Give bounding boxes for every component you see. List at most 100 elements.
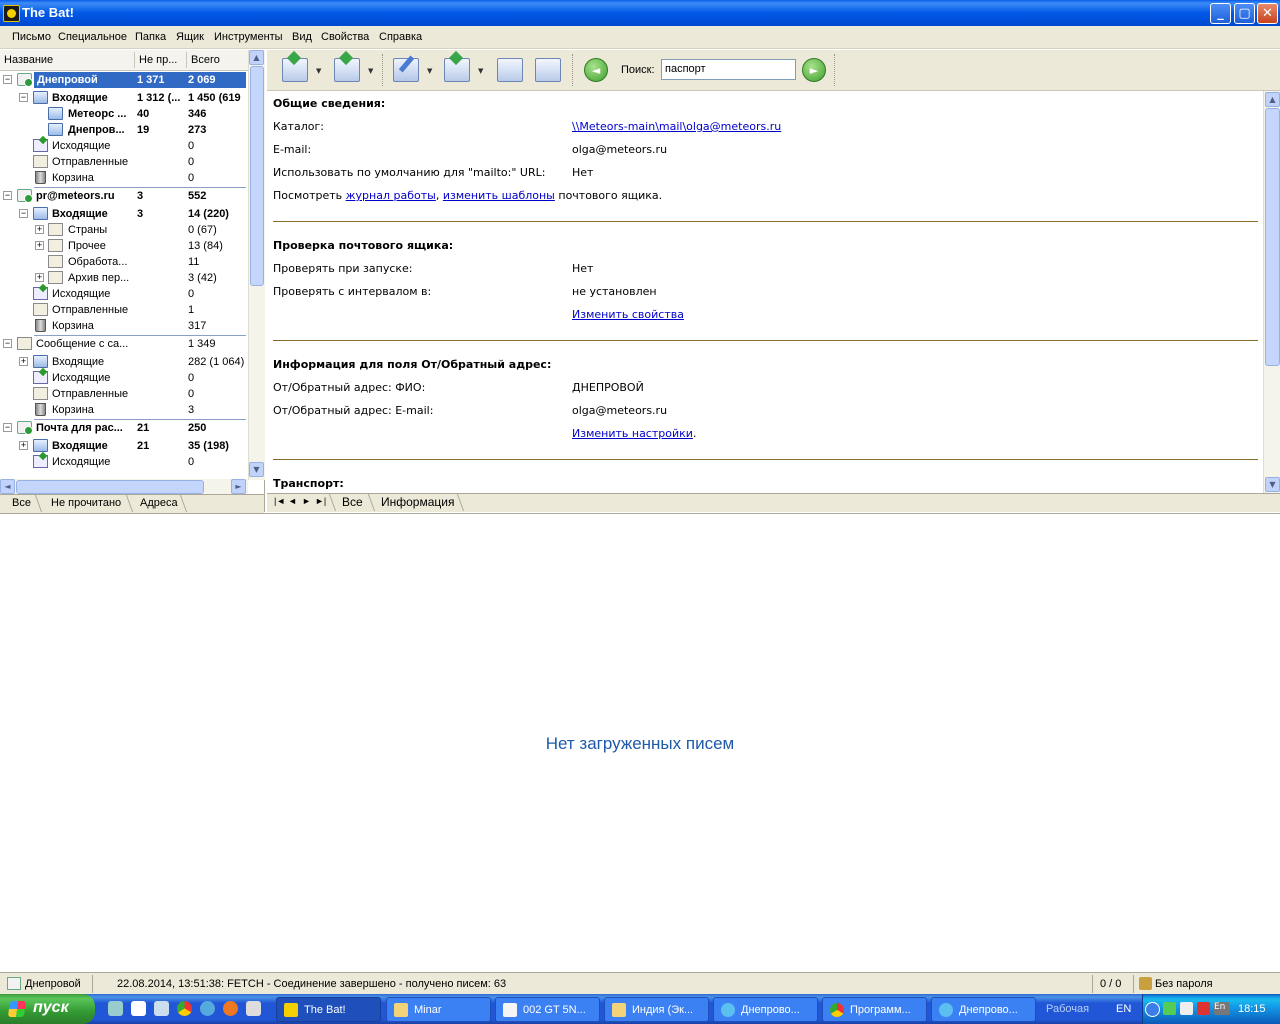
tree-row-outbox[interactable]: Исходящие 0 xyxy=(0,370,248,386)
quicklaunch-icon[interactable] xyxy=(108,1001,123,1016)
send-mail-icon[interactable] xyxy=(334,58,360,82)
task-document[interactable]: 002 GT 5N... xyxy=(495,997,600,1022)
message-list[interactable]: Нет загруженных писем xyxy=(0,513,1280,972)
tree-row-folder[interactable]: Обработа... 11 xyxy=(0,254,248,270)
quicklaunch-icon[interactable] xyxy=(246,1001,261,1016)
status-password[interactable]: Без пароля xyxy=(1155,978,1213,990)
scroll-thumb[interactable] xyxy=(16,480,204,494)
tree-row-trash[interactable]: Корзина 0 xyxy=(0,170,248,186)
column-unread[interactable]: Не пр... xyxy=(139,54,177,66)
title-bar[interactable]: The Bat! _ ▢ ✕ xyxy=(0,0,1280,26)
scroll-thumb[interactable] xyxy=(250,66,264,286)
catalog-link[interactable]: \\Meteors-main\mail\olga@meteors.ru xyxy=(572,120,781,133)
change-properties-link[interactable]: Изменить свойства xyxy=(572,308,684,321)
change-settings-link[interactable]: Изменить настройки xyxy=(572,427,693,440)
dropdown-arrow-icon[interactable]: ▼ xyxy=(427,67,432,75)
tray-expand-icon[interactable] xyxy=(1145,1002,1160,1017)
tree-row-account-dneprovoy[interactable]: − Днепровой 1 371 2 069 xyxy=(0,72,248,88)
collapse-icon[interactable]: − xyxy=(3,339,12,348)
dropdown-arrow-icon[interactable]: ▼ xyxy=(368,67,373,75)
desktop-toolbar-label[interactable]: Рабочая xyxy=(1046,1003,1089,1015)
tree-row-folder[interactable]: + Архив пер... 3 (42) xyxy=(0,270,248,286)
reply-icon[interactable] xyxy=(444,58,470,82)
collapse-icon[interactable]: − xyxy=(19,209,28,218)
close-button[interactable]: ✕ xyxy=(1257,3,1278,24)
column-name[interactable]: Название xyxy=(4,54,53,66)
collapse-icon[interactable]: − xyxy=(3,75,12,84)
chrome-icon[interactable] xyxy=(177,1001,192,1016)
language-indicator[interactable]: EN xyxy=(1116,1003,1131,1015)
tab-unread[interactable]: Не прочитано xyxy=(51,497,121,509)
tree-row-sent[interactable]: Отправленные 0 xyxy=(0,386,248,402)
scroll-left-icon[interactable]: ◄ xyxy=(0,479,15,494)
expand-icon[interactable]: + xyxy=(35,241,44,250)
log-link[interactable]: журнал работы xyxy=(346,189,436,202)
menu-folder[interactable]: Папка xyxy=(135,31,166,43)
tree-row-trash[interactable]: Корзина 317 xyxy=(0,318,248,334)
task-the-bat[interactable]: The Bat! xyxy=(276,997,381,1022)
tree-row-sent[interactable]: Отправленные 1 xyxy=(0,302,248,318)
tree-row-outbox[interactable]: Исходящие 0 xyxy=(0,454,248,470)
tree-row-account-pr[interactable]: − pr@meteors.ru 3 552 xyxy=(0,188,248,204)
expand-icon[interactable]: + xyxy=(35,225,44,234)
expand-icon[interactable]: + xyxy=(19,357,28,366)
redirect-icon[interactable] xyxy=(535,58,561,82)
quicklaunch-icon[interactable] xyxy=(154,1001,169,1016)
menu-tools[interactable]: Инструменты xyxy=(214,31,283,43)
column-total[interactable]: Всего xyxy=(191,54,220,66)
task-minar[interactable]: Minar xyxy=(386,997,491,1022)
menu-view[interactable]: Вид xyxy=(292,31,312,43)
tree-row-account-site[interactable]: − Сообщение с са... 1 349 xyxy=(0,336,248,352)
firefox-icon[interactable] xyxy=(223,1001,238,1016)
tree-row-inbox[interactable]: + Входящие 282 (1 064) xyxy=(0,354,248,370)
start-button[interactable]: пуск xyxy=(0,994,95,1024)
maximize-button[interactable]: ▢ xyxy=(1234,3,1255,24)
quicklaunch-icon[interactable] xyxy=(131,1001,146,1016)
tree-row-trash[interactable]: Корзина 3 xyxy=(0,402,248,418)
tab-all[interactable]: Все xyxy=(12,497,31,509)
tree-row-inbox[interactable]: + Входящие 21 35 (198) xyxy=(0,438,248,454)
clock[interactable]: 18:15 xyxy=(1238,1003,1266,1015)
tree-row-outbox[interactable]: Исходящие 0 xyxy=(0,138,248,154)
menu-properties[interactable]: Свойства xyxy=(321,31,369,43)
search-input[interactable]: паспорт xyxy=(661,59,796,80)
task-chrome[interactable]: Программ... xyxy=(822,997,927,1022)
tree-row-inbox[interactable]: − Входящие 3 14 (220) xyxy=(0,206,248,222)
tab-addresses[interactable]: Адреса xyxy=(140,497,178,509)
scroll-down-icon[interactable]: ▼ xyxy=(249,462,264,477)
collapse-icon[interactable]: − xyxy=(3,423,12,432)
scroll-down-icon[interactable]: ▼ xyxy=(1265,477,1280,492)
scroll-up-icon[interactable]: ▲ xyxy=(249,50,264,65)
the-bat-app-icon[interactable] xyxy=(3,5,20,22)
tree-vertical-scrollbar[interactable]: ▲ ▼ xyxy=(248,50,265,480)
menu-help[interactable]: Справка xyxy=(379,31,422,43)
nav-prev-icon[interactable]: ◄ xyxy=(288,496,297,506)
nav-last-icon[interactable]: ►| xyxy=(315,496,326,506)
menu-letter[interactable]: Письмо xyxy=(12,31,51,43)
tree-row-folder[interactable]: + Страны 0 (67) xyxy=(0,222,248,238)
tray-network-icon[interactable] xyxy=(1180,1002,1193,1015)
scroll-up-icon[interactable]: ▲ xyxy=(1265,92,1280,107)
tray-shield-icon[interactable] xyxy=(1163,1002,1176,1015)
search-go-icon[interactable]: ► xyxy=(802,58,826,82)
menu-mailbox[interactable]: Ящик xyxy=(176,31,204,43)
tree-horizontal-scrollbar[interactable]: ◄ ► xyxy=(0,479,248,495)
tree-row-folder[interactable]: Днепров... 19 273 xyxy=(0,122,248,138)
expand-icon[interactable]: + xyxy=(35,273,44,282)
collapse-icon[interactable]: − xyxy=(19,93,28,102)
scroll-thumb[interactable] xyxy=(1265,108,1280,366)
tree-row-outbox[interactable]: Исходящие 0 xyxy=(0,286,248,302)
forward-icon[interactable] xyxy=(497,58,523,82)
tab-information[interactable]: Информация xyxy=(381,495,454,509)
get-mail-icon[interactable] xyxy=(282,58,308,82)
nav-first-icon[interactable]: |◄ xyxy=(274,496,285,506)
dropdown-arrow-icon[interactable]: ▼ xyxy=(316,67,321,75)
nav-next-icon[interactable]: ► xyxy=(302,496,311,506)
tree-row-sent[interactable]: Отправленные 0 xyxy=(0,154,248,170)
tray-keyboard-icon[interactable]: En xyxy=(1214,1002,1230,1015)
minimize-button[interactable]: _ xyxy=(1210,3,1231,24)
tree-row-folder[interactable]: + Прочее 13 (84) xyxy=(0,238,248,254)
tree-row-folder[interactable]: Метеорс ... 40 346 xyxy=(0,106,248,122)
task-skype-2[interactable]: Днепрово... xyxy=(931,997,1036,1022)
tree-row-inbox[interactable]: − Входящие 1 312 (... 1 450 (619 xyxy=(0,90,248,106)
